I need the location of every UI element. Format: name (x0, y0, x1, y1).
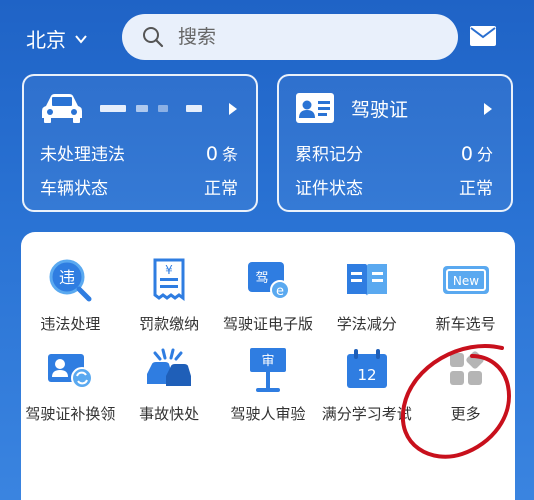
fine-receipt-icon: ¥ (153, 258, 185, 301)
service-label: 违法处理 (40, 315, 101, 333)
svg-text:¥: ¥ (165, 263, 173, 277)
chevron-right-icon (229, 103, 237, 115)
services-panel: 违 违法处理 ¥ 罚款缴纳 驾 e 驾驶证电子版 学法减分 New 新车选号 驾… (21, 232, 515, 500)
id-card-icon (296, 93, 334, 123)
book-icon (346, 264, 387, 296)
svg-text:e: e (276, 284, 284, 299)
service-label: 新车选号 (435, 315, 496, 333)
license-renew-icon (48, 354, 94, 389)
car-icon (42, 94, 82, 123)
more-grid-icon (449, 351, 484, 385)
license-status-row: 证件状态 正常 (295, 174, 493, 199)
vehicle-card[interactable]: 未处理违法 0条 车辆状态 正常 (22, 74, 258, 212)
license-card[interactable]: 驾驶证 累积记分 0分 证件状态 正常 (277, 74, 513, 212)
svg-text:New: New (453, 274, 479, 288)
new-plate-icon: New (442, 266, 489, 294)
service-label: 更多 (450, 405, 481, 423)
violation-row: 未处理违法 0条 (40, 140, 238, 165)
svg-text:12: 12 (357, 366, 376, 384)
points-value: 0 (460, 143, 473, 165)
service-fine-payment[interactable]: ¥ 罚款缴纳 (120, 254, 219, 334)
service-driver-review[interactable]: 审 驾驶人审验 (219, 344, 318, 424)
service-more[interactable]: 更多 (416, 344, 515, 424)
svg-text:审: 审 (261, 354, 274, 369)
service-label: 罚款缴纳 (139, 315, 200, 333)
points-unit: 分 (476, 145, 493, 164)
search-bar[interactable] (122, 14, 458, 60)
chevron-down-icon (75, 34, 87, 44)
violation-search-icon: 违 (49, 259, 92, 302)
points-label: 累积记分 (295, 145, 363, 165)
service-accident[interactable]: 事故快处 (120, 344, 219, 424)
search-input[interactable] (178, 26, 418, 48)
accident-icon (147, 348, 192, 386)
service-label: 驾驶证补换领 (25, 405, 116, 423)
e-license-icon: 驾 e (247, 262, 290, 300)
license-status-label: 证件状态 (295, 179, 363, 199)
svg-text:驾: 驾 (255, 271, 268, 286)
service-label: 学法减分 (336, 315, 397, 333)
vehicle-status-label: 车辆状态 (40, 179, 108, 199)
service-e-license[interactable]: 驾 e 驾驶证电子版 (219, 254, 318, 334)
calendar-12-icon: 12 (346, 349, 387, 388)
service-label: 驾驶人审验 (230, 405, 306, 423)
violation-label: 未处理违法 (40, 145, 125, 165)
vehicle-status-row: 车辆状态 正常 (40, 174, 238, 199)
violation-count: 0 (205, 143, 218, 165)
service-label: 满分学习考试 (321, 405, 412, 423)
service-label: 驾驶证电子版 (222, 315, 313, 333)
mail-icon[interactable] (470, 26, 496, 46)
service-new-plate[interactable]: New 新车选号 (416, 254, 515, 334)
service-violation[interactable]: 违 违法处理 (21, 254, 120, 334)
service-full-score-exam[interactable]: 12 满分学习考试 (317, 344, 416, 424)
review-board-icon: 审 (249, 348, 286, 392)
search-icon (143, 27, 164, 48)
vehicle-status-value: 正常 (204, 179, 238, 199)
city-label: 北京 (26, 28, 66, 52)
violation-unit: 条 (221, 145, 238, 164)
service-license-renew[interactable]: 驾驶证补换领 (21, 344, 120, 424)
chevron-right-icon (484, 103, 492, 115)
city-selector[interactable]: 北京 (26, 24, 88, 53)
masked-plate-number (100, 104, 202, 112)
service-label: 事故快处 (139, 405, 200, 423)
license-status-value: 正常 (459, 179, 493, 199)
points-row: 累积记分 0分 (295, 140, 493, 165)
license-title: 驾驶证 (351, 98, 409, 121)
svg-text:违: 违 (59, 268, 75, 287)
service-study-reduce[interactable]: 学法减分 (317, 254, 416, 334)
